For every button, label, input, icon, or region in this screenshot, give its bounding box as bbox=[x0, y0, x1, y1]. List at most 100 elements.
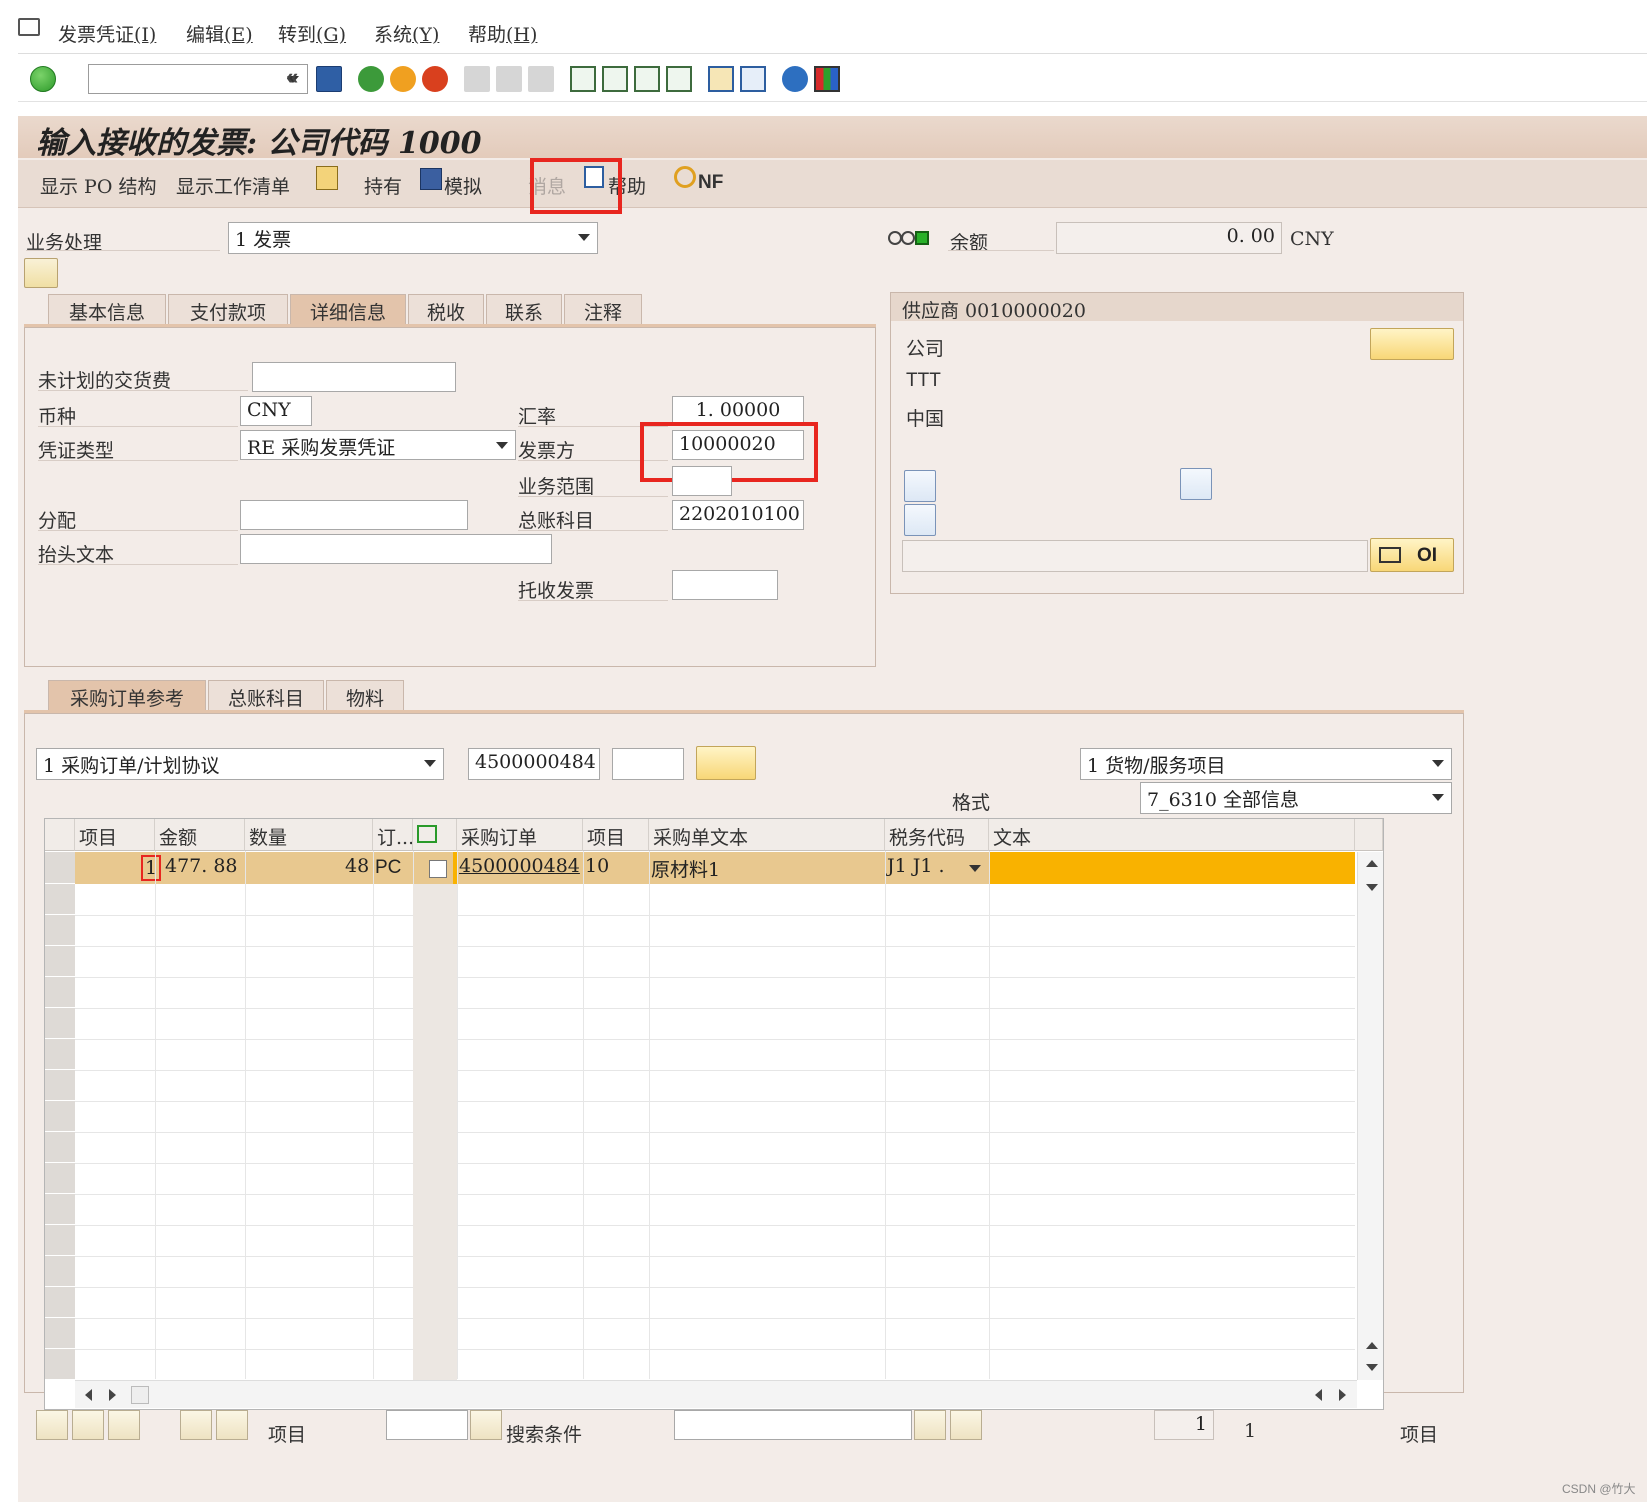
enter-check-icon[interactable] bbox=[30, 66, 56, 92]
row-selector[interactable] bbox=[45, 1039, 75, 1070]
scroll-left-icon[interactable] bbox=[85, 1389, 92, 1401]
row-selector[interactable] bbox=[45, 1349, 75, 1380]
row-selector[interactable] bbox=[45, 946, 75, 977]
menu-edit[interactable]: 编辑(E) bbox=[186, 20, 253, 47]
currency-field[interactable]: CNY bbox=[240, 396, 312, 426]
cell-item[interactable]: 1 bbox=[141, 855, 162, 881]
vendor-details-button[interactable] bbox=[904, 504, 936, 536]
row-selector[interactable] bbox=[45, 1225, 75, 1256]
menu-invoice-document[interactable]: 发票凭证(I) bbox=[58, 20, 156, 47]
scroll-left-icon[interactable] bbox=[1315, 1389, 1322, 1401]
show-po-structure-button[interactable]: 显示 PO 结构 bbox=[40, 172, 156, 199]
refresh-button[interactable] bbox=[108, 1410, 140, 1440]
transaction-select[interactable]: 1 发票 bbox=[228, 222, 598, 254]
nf-icon[interactable] bbox=[674, 166, 696, 188]
column-header-unit[interactable]: 订... bbox=[373, 819, 413, 851]
vendor-bank-button[interactable] bbox=[904, 470, 936, 502]
chevron-down-icon[interactable] bbox=[496, 442, 508, 449]
column-header-text[interactable]: 文本 bbox=[989, 819, 1355, 851]
cell-po-item[interactable]: 10 bbox=[585, 855, 609, 877]
find-icon[interactable] bbox=[496, 66, 522, 92]
cell-po-link[interactable]: 4500000484 bbox=[459, 855, 580, 877]
menu-goto[interactable]: 转到(G) bbox=[278, 20, 346, 47]
tab-notes[interactable]: 注释 bbox=[564, 294, 642, 324]
new-session-icon[interactable] bbox=[708, 66, 734, 92]
cancel-icon[interactable] bbox=[422, 66, 448, 92]
tab-material[interactable]: 物料 bbox=[326, 680, 404, 710]
row-selector-header[interactable] bbox=[45, 819, 75, 851]
assignment-field[interactable] bbox=[240, 500, 468, 530]
simulate-icon[interactable] bbox=[420, 168, 442, 190]
back-icon[interactable] bbox=[358, 66, 384, 92]
scroll-down-icon[interactable] bbox=[1366, 884, 1378, 891]
vendor-address-button[interactable] bbox=[1180, 468, 1212, 500]
previous-page-icon[interactable] bbox=[602, 66, 628, 92]
cell-quantity[interactable]: 48 bbox=[345, 855, 369, 877]
help-icon[interactable] bbox=[782, 66, 808, 92]
vertical-scrollbar[interactable] bbox=[1357, 852, 1383, 1380]
item-type-select[interactable]: 1 货物/服务项目 bbox=[1080, 748, 1452, 780]
last-page-icon[interactable] bbox=[666, 66, 692, 92]
column-header-tax-code[interactable]: 税务代码 bbox=[885, 819, 989, 851]
first-page-icon[interactable] bbox=[570, 66, 596, 92]
gl-account-field[interactable]: 2202010100 bbox=[672, 500, 804, 530]
column-config-button[interactable] bbox=[1355, 819, 1383, 851]
menu-system[interactable]: 系统(Y) bbox=[374, 20, 439, 47]
show-worklist-button[interactable]: 显示工作清单 bbox=[176, 172, 290, 199]
cell-po-text[interactable]: 原材料1 bbox=[651, 855, 720, 882]
print-icon[interactable] bbox=[464, 66, 490, 92]
save-icon[interactable] bbox=[316, 66, 342, 92]
row-selector[interactable] bbox=[45, 1318, 75, 1349]
row-selector[interactable] bbox=[45, 1256, 75, 1287]
column-header-po[interactable]: 采购订单 bbox=[457, 819, 583, 851]
scroll-page-up-icon[interactable] bbox=[1366, 1342, 1378, 1349]
scroll-right-icon[interactable] bbox=[109, 1389, 116, 1401]
select-all-button[interactable] bbox=[36, 1410, 68, 1440]
vendor-change-button[interactable] bbox=[1370, 328, 1454, 360]
shortcut-icon[interactable] bbox=[740, 66, 766, 92]
menu-window-icon[interactable] bbox=[18, 18, 40, 36]
tab-basic-data[interactable]: 基本信息 bbox=[48, 294, 166, 324]
row-selector[interactable] bbox=[45, 915, 75, 946]
scroll-page-down-icon[interactable] bbox=[1366, 1364, 1378, 1371]
scroll-thumb[interactable] bbox=[131, 1386, 149, 1404]
exit-icon[interactable] bbox=[390, 66, 416, 92]
column-header-po-item[interactable]: 项目 bbox=[583, 819, 649, 851]
vendor-open-items-button[interactable]: OI bbox=[1370, 538, 1454, 572]
row-selector[interactable] bbox=[45, 884, 75, 915]
business-area-field[interactable] bbox=[672, 466, 732, 496]
deselect-all-button[interactable] bbox=[72, 1410, 104, 1440]
cell-amount[interactable]: 477. 88 bbox=[165, 855, 238, 877]
cell-checkbox[interactable] bbox=[429, 860, 447, 878]
tab-po-reference[interactable]: 采购订单参考 bbox=[48, 680, 206, 710]
po-item-field[interactable] bbox=[612, 748, 684, 780]
transfer-po-button[interactable] bbox=[696, 746, 756, 780]
row-selector[interactable] bbox=[45, 1008, 75, 1039]
tab-contact[interactable]: 联系 bbox=[486, 294, 562, 324]
doc-type-select[interactable]: RE 采购发票凭证 bbox=[240, 430, 516, 460]
layout-select[interactable]: 7_6310 全部信息 bbox=[1140, 782, 1452, 814]
tab-details[interactable]: 详细信息 bbox=[290, 294, 406, 324]
layout-menu-icon[interactable] bbox=[814, 66, 840, 92]
menu-help[interactable]: 帮助(H) bbox=[468, 20, 537, 47]
row-selector[interactable] bbox=[45, 1163, 75, 1194]
tab-gl-account[interactable]: 总账科目 bbox=[208, 680, 324, 710]
tab-payment[interactable]: 支付款项 bbox=[168, 294, 288, 324]
collapse-icon[interactable]: « bbox=[286, 64, 298, 90]
chevron-down-icon[interactable] bbox=[1432, 760, 1444, 767]
chevron-down-icon[interactable] bbox=[969, 865, 981, 872]
clipboard-icon[interactable] bbox=[316, 166, 338, 190]
cell-unit[interactable]: PC bbox=[375, 857, 401, 879]
column-header-check[interactable] bbox=[413, 819, 457, 851]
next-page-icon[interactable] bbox=[634, 66, 660, 92]
cell-tax-code[interactable]: J1 J1 . bbox=[887, 855, 945, 877]
chevron-down-icon[interactable] bbox=[424, 760, 436, 767]
footer-item-field[interactable] bbox=[386, 1410, 468, 1440]
row-selector[interactable] bbox=[45, 1101, 75, 1132]
find-button[interactable] bbox=[914, 1410, 946, 1440]
row-selector[interactable] bbox=[45, 852, 75, 884]
search-criteria-field[interactable] bbox=[674, 1410, 912, 1440]
chevron-down-icon[interactable] bbox=[578, 234, 590, 241]
ref-type-select[interactable]: 1 采购订单/计划协议 bbox=[36, 748, 444, 780]
po-number-field[interactable]: 4500000484 bbox=[468, 748, 600, 780]
